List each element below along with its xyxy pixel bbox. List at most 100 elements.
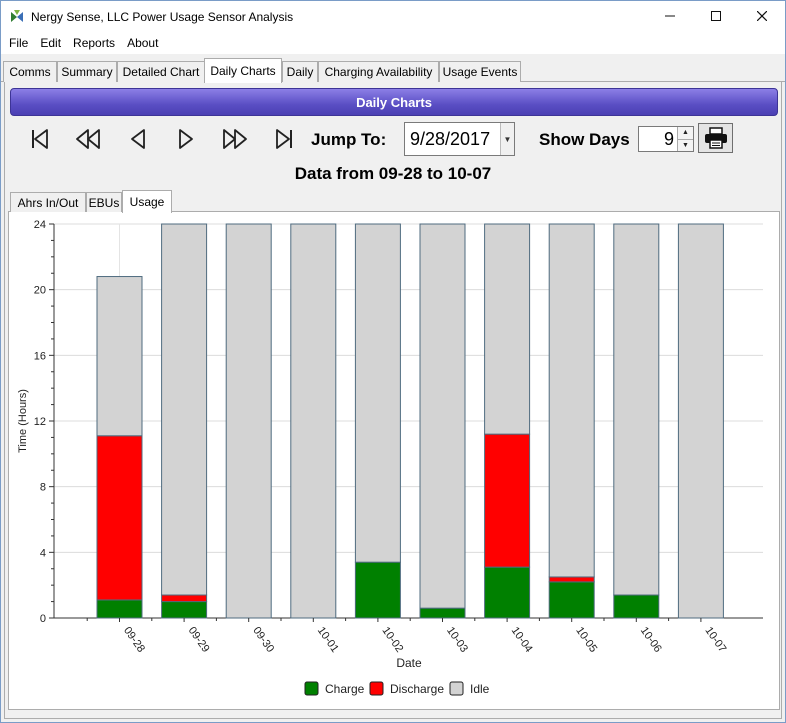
legend-swatch-charge (304, 681, 319, 696)
app-window: Nergy Sense, LLC Power Usage Sensor Anal… (0, 0, 786, 723)
title-bar: Nergy Sense, LLC Power Usage Sensor Anal… (1, 1, 785, 32)
bar-segment-idle (677, 223, 724, 619)
subtab-usage[interactable]: Usage (122, 190, 172, 213)
dropdown-arrow-icon[interactable]: ▼ (500, 123, 514, 155)
y-tick-label: 8 (40, 482, 46, 494)
decrement-arrow-icon[interactable]: ▼ (678, 139, 693, 151)
bar-segment-charge (96, 599, 143, 619)
x-tick-label: 10-01 (315, 625, 341, 655)
minimize-icon (665, 15, 675, 17)
x-tick-label: 10-02 (379, 625, 405, 655)
legend-label-idle: Idle (470, 682, 490, 696)
panel-header: Daily Charts (10, 88, 778, 116)
bar-segment-charge (548, 581, 595, 619)
navigation-toolbar: Jump To: 9/28/2017 ▼ Show Days 9 ▲ ▼ (5, 120, 781, 160)
legend-label-discharge: Discharge (390, 682, 444, 696)
x-tick-label: 09-29 (186, 625, 212, 655)
y-tick-label: 0 (40, 613, 46, 625)
skip-to-end-icon (276, 129, 292, 149)
bar-segment-idle (161, 223, 208, 596)
menu-edit[interactable]: Edit (34, 36, 67, 50)
bar-segment-idle (225, 223, 272, 619)
bar-segment-discharge (96, 435, 143, 601)
y-tick-label: 20 (34, 285, 46, 297)
tab-daily-charts[interactable]: Daily Charts (204, 58, 282, 83)
show-days-value[interactable]: 9 (639, 127, 677, 151)
tab-charging-availability[interactable]: Charging Availability (318, 61, 439, 82)
close-icon (757, 11, 767, 21)
show-days-stepper[interactable]: 9 ▲ ▼ (638, 126, 694, 152)
tab-detailed-chart[interactable]: Detailed Chart (117, 61, 205, 82)
tab-comms[interactable]: Comms (3, 61, 57, 82)
bar-segment-idle (354, 223, 401, 563)
x-tick-label: 09-30 (250, 625, 276, 655)
bottom-border (5, 710, 781, 718)
show-days-label: Show Days (539, 130, 630, 149)
jump-date-value[interactable]: 9/28/2017 (405, 129, 500, 150)
maximize-button[interactable] (693, 1, 739, 31)
app-logo-icon (11, 9, 23, 22)
bar-segment-idle (548, 223, 595, 578)
bar-segment-charge (419, 607, 466, 619)
x-tick-label: 09-28 (121, 625, 147, 655)
first-page-button[interactable] (25, 126, 55, 152)
bar-segment-discharge (484, 433, 531, 568)
bar-segment-discharge (161, 594, 208, 603)
y-tick-label: 16 (34, 350, 46, 362)
usage-chart-panel: 0 4 8 12 16 20 24 09-28 09-29 09-30 10-01 10-02 10-0… (8, 212, 780, 710)
bar-segment-idle (419, 223, 466, 609)
previous-button[interactable] (123, 126, 153, 152)
print-button[interactable] (698, 123, 733, 153)
x-tick-label: 10-05 (573, 625, 599, 655)
y-tick-label: 4 (40, 547, 46, 559)
bar-segment-charge (613, 594, 660, 619)
date-range-title: Data from 09-28 to 10-07 (294, 164, 492, 183)
window-title: Nergy Sense, LLC Power Usage Sensor Anal… (31, 9, 294, 24)
bar-segment-charge (161, 601, 208, 619)
legend-label-charge: Charge (325, 682, 365, 696)
bar-segment-idle (96, 276, 143, 437)
last-page-button[interactable] (269, 126, 299, 152)
tab-summary[interactable]: Summary (57, 61, 117, 82)
bar-segment-idle (484, 223, 531, 435)
x-axis-title: Date (396, 656, 422, 670)
x-tick-label: 10-03 (444, 625, 470, 655)
legend-swatch-discharge (369, 681, 384, 696)
fast-forward-button[interactable] (220, 126, 250, 152)
chevron-right-icon (179, 129, 193, 149)
chart-subtabs: Ahrs In/Out EBUs Usage (8, 190, 780, 213)
bar-segment-idle (613, 223, 660, 596)
bar-segment-charge (354, 561, 401, 619)
menu-file[interactable]: File (3, 36, 34, 50)
bar-segment-discharge (548, 576, 595, 583)
menu-reports[interactable]: Reports (67, 36, 121, 50)
subtab-ahrs-in-out[interactable]: Ahrs In/Out (10, 192, 86, 212)
y-tick-label: 12 (34, 416, 46, 428)
minimize-button[interactable] (647, 1, 693, 31)
x-tick-label: 10-07 (702, 625, 728, 655)
rewind-button[interactable] (73, 126, 103, 152)
y-axis-title: Time (Hours) (17, 389, 29, 453)
main-tabs: Comms Summary Detailed Chart Daily Chart… (1, 57, 785, 83)
legend-swatch-idle (449, 681, 464, 696)
x-tick-label: 10-06 (638, 625, 664, 655)
printer-icon (704, 127, 727, 149)
tab-usage-events[interactable]: Usage Events (439, 61, 521, 82)
bar-segment-idle (290, 223, 337, 619)
increment-arrow-icon[interactable]: ▲ (678, 127, 693, 140)
next-button[interactable] (171, 126, 201, 152)
menu-bar: File Edit Reports About (1, 32, 785, 54)
chevron-left-icon (131, 129, 145, 149)
menu-about[interactable]: About (121, 36, 164, 50)
tab-daily[interactable]: Daily (282, 61, 318, 82)
subtab-ebus[interactable]: EBUs (86, 192, 122, 212)
skip-to-start-icon (32, 129, 48, 149)
usage-stacked-bar-chart: 0 4 8 12 16 20 24 09-28 09-29 09-30 10-01 10-02 10-0… (17, 219, 763, 696)
fast-forward-icon (223, 129, 247, 149)
close-button[interactable] (739, 1, 785, 31)
jump-date-picker[interactable]: 9/28/2017 ▼ (404, 122, 515, 156)
bar-segment-charge (484, 566, 531, 619)
rewind-icon (76, 129, 100, 149)
daily-charts-panel: Daily Charts Jump To: 9/28/2017 ▼ Show D… (4, 82, 782, 719)
y-tick-label: 24 (34, 219, 46, 231)
